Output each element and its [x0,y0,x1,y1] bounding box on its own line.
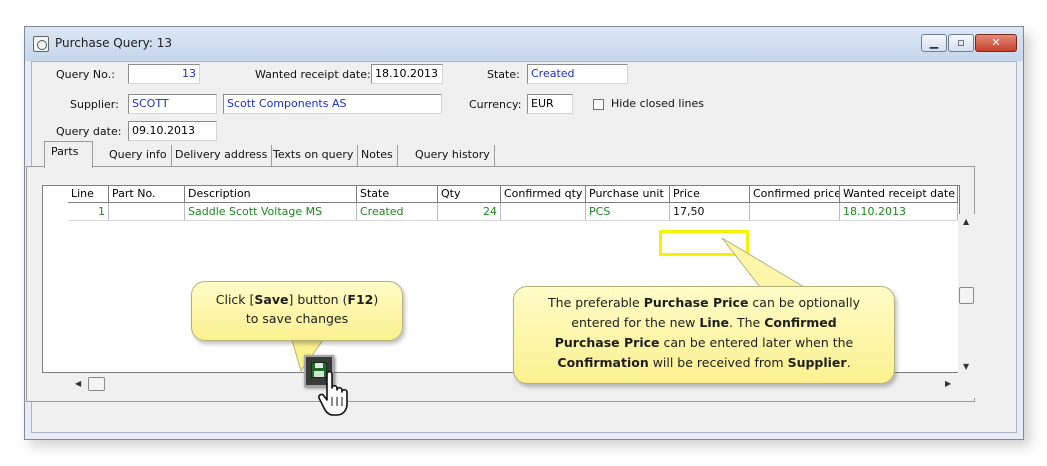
tab-parts[interactable]: Parts [44,141,93,168]
save-callout-line2: to save changes [245,311,349,326]
price-callout-line1: The preferable Purchase Price can be opt… [548,295,860,310]
price-callout-line4: Confirmation will be received from Suppl… [557,355,851,370]
hand-cursor-icon [318,370,348,416]
save-callout: Click [Save] button (F12) to save change… [191,281,403,341]
price-callout-line2: entered for the new Line. The Confirmed [571,315,837,330]
price-callout-line3: Purchase Price can be entered later when… [554,335,854,350]
save-callout-line1: Click [Save] button (F12) [215,292,379,307]
callout-pointers [291,237,806,373]
price-callout: The preferable Purchase Price can be opt… [513,286,895,384]
price-callout-pointer [721,237,806,288]
